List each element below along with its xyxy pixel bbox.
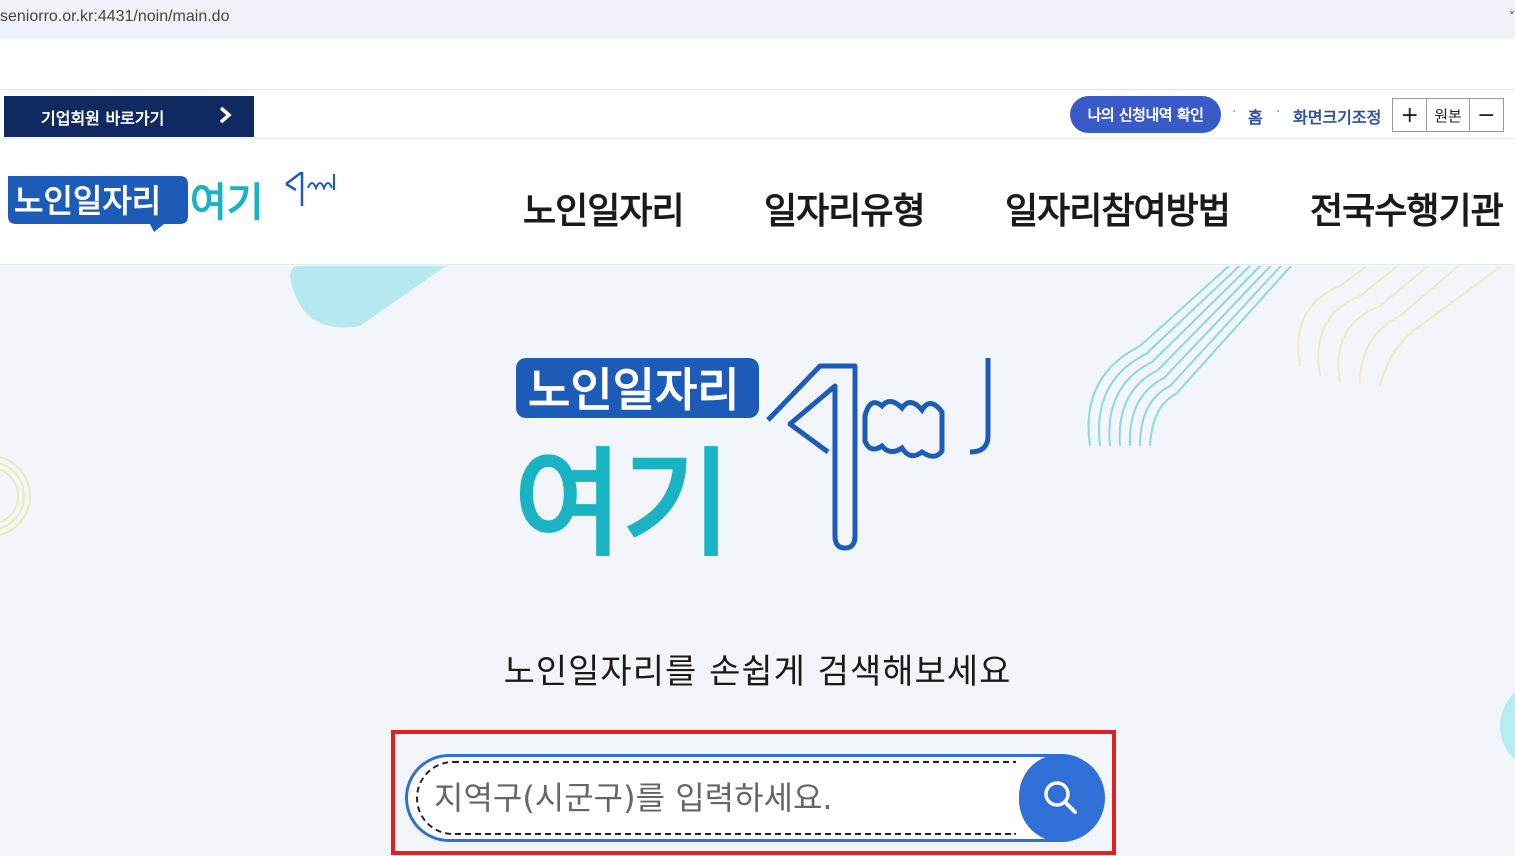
zoom-control: + 원본 − (1392, 98, 1504, 132)
region-search-input[interactable] (416, 761, 1016, 835)
url-text[interactable]: seniorro.or.kr:4431/noin/main.do (0, 8, 229, 26)
font-size-label: 화면크기조정 (1293, 108, 1382, 127)
site-logo[interactable]: 노인일자리 여기 (4, 172, 339, 234)
hero-logo-text: 노인일자리 (528, 363, 740, 417)
corporate-member-label: 기업회원 바로가기 (41, 108, 165, 128)
nav-how-to-join[interactable]: 일자리참여방법 (1005, 182, 1231, 234)
search-button[interactable] (1019, 754, 1103, 842)
corporate-member-button[interactable]: 기업회원 바로가기 (4, 96, 254, 137)
separator-dot: · (1276, 104, 1281, 120)
logo-text: 노인일자리 (14, 182, 161, 220)
search-icon (1044, 781, 1077, 814)
apply-history-button[interactable]: 나의 신청내역 확인 (1070, 96, 1221, 133)
hero-tagline: 노인일자리를 손쉽게 검색해보세요 (503, 652, 1012, 692)
hero-logo-text: 여기 (514, 436, 731, 556)
nav-job-types[interactable]: 일자리유형 (764, 182, 926, 234)
zoom-original-button[interactable]: 원본 (1426, 99, 1470, 131)
hero-section: 노인일자리 여기 노인일자리를 손쉽게 검색해보세요 (0, 266, 1515, 856)
chevron-down-icon[interactable]: ˅ (1509, 10, 1515, 24)
chevron-right-icon (218, 105, 232, 130)
site-header: 노인일자리 여기 노인일자리 일자리유형 일자리참여방법 전국수행기관 (0, 140, 1515, 265)
zoom-in-button[interactable]: + (1393, 99, 1426, 131)
separator-dot: · (1232, 104, 1237, 120)
nav-agencies[interactable]: 전국수행기관 (1310, 182, 1504, 234)
search-bar (405, 754, 1105, 842)
nav-senior-jobs[interactable]: 노인일자리 (523, 182, 685, 234)
hero-logo: 노인일자리 여기 (514, 358, 991, 556)
home-link[interactable]: 홈 (1248, 104, 1263, 128)
logo-text: 여기 (190, 180, 264, 226)
browser-address-bar[interactable]: seniorro.or.kr:4431/noin/main.do ˅ (0, 0, 1515, 39)
utility-bar: 기업회원 바로가기 나의 신청내역 확인 · 홈 · 화면크기조정 + 원본 − (0, 89, 1515, 139)
zoom-out-button[interactable]: − (1470, 99, 1503, 131)
